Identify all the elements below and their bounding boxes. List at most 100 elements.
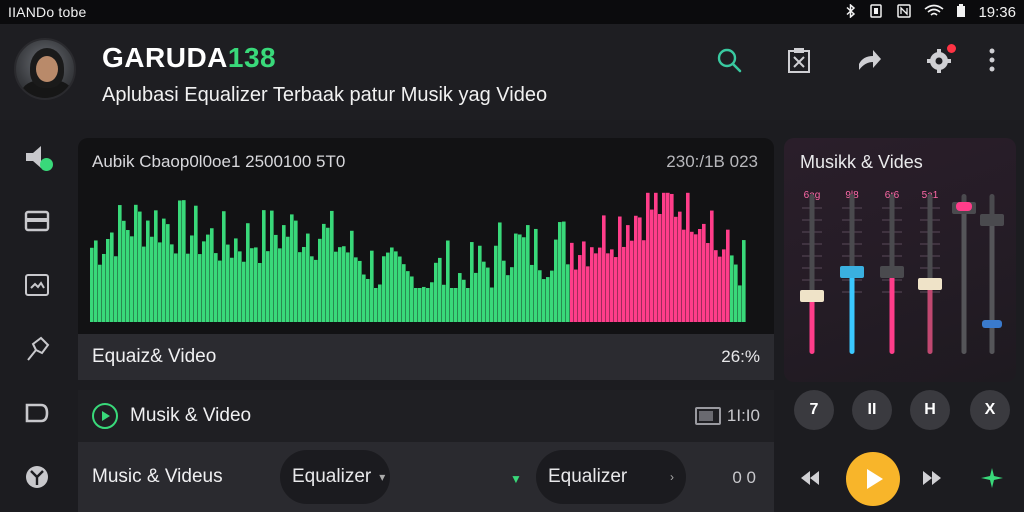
waveform-bar [678, 211, 682, 322]
waveform-bar [266, 251, 270, 322]
waveform-bar [306, 233, 310, 322]
waveform-bar [270, 210, 274, 322]
waveform-bar [242, 261, 246, 322]
waveform-bar [662, 192, 666, 322]
waveform-bar [534, 228, 538, 322]
shield-icon[interactable] [22, 462, 52, 492]
avatar[interactable] [14, 38, 76, 100]
waveform-bar [174, 253, 178, 322]
music-video-row[interactable]: Musik & Video 1I:I0 [78, 390, 774, 442]
chevron-down-icon: ▾ [379, 470, 386, 484]
playback-controls: 7 II H X [784, 384, 1016, 512]
play-button[interactable] [846, 452, 900, 506]
slider-knob[interactable] [880, 266, 904, 278]
waveform-bar [498, 222, 502, 322]
pin-icon[interactable] [22, 334, 52, 364]
waveform-bar [322, 223, 326, 322]
waveform-bar [450, 288, 454, 322]
equalizer-row[interactable]: Equaiz& Video 26:% [78, 334, 774, 380]
waveform-bar [566, 264, 570, 322]
previous-icon[interactable] [796, 466, 824, 490]
waveform-bar [210, 228, 214, 322]
music-videos-row-label: Music & Videus [92, 466, 223, 487]
waveform-bar [114, 256, 118, 322]
waveform-bar [374, 288, 378, 322]
waveform-bar [558, 222, 562, 322]
equalizer-star-icon[interactable] [978, 466, 1006, 490]
equalizer-dropdown-2[interactable]: Equalizer › [536, 450, 686, 504]
repeat-button[interactable]: 7 [794, 390, 834, 430]
visualizer-title: Aubik Cbaop0l0oe1 2500100 5T0 [92, 152, 346, 171]
mode-button[interactable]: H [910, 390, 950, 430]
waveform-bar [538, 270, 542, 322]
mixer-sliders[interactable]: 6ag9l86r65a1 [796, 184, 1008, 364]
mixer-panel: Musikk & Vides 6ag9l86r65a1 [784, 138, 1016, 382]
card-icon[interactable] [22, 206, 52, 236]
image-icon[interactable] [22, 270, 52, 300]
next-icon[interactable] [918, 466, 946, 490]
waveform-bar [346, 252, 350, 322]
waveform-bar [222, 211, 226, 322]
tag-icon[interactable] [22, 398, 52, 428]
waveform-bar [330, 210, 334, 322]
waveform-bar [698, 229, 702, 322]
waveform-bar [382, 256, 386, 322]
waveform-bar [530, 264, 534, 322]
slider-knob[interactable] [800, 290, 824, 302]
equalizer-row-label: Equaiz& Video [92, 346, 217, 367]
slider-knob[interactable] [918, 278, 942, 290]
waveform-bar [354, 257, 358, 322]
slider-knob[interactable] [840, 266, 864, 278]
more-icon[interactable] [974, 42, 1010, 78]
waveform-bar [302, 246, 306, 322]
waveform-bar [510, 267, 514, 322]
waveform-bar [362, 274, 366, 322]
equalizer-dropdown-1[interactable]: Equalizer ▾ [280, 450, 390, 504]
waveform-bar [258, 262, 262, 322]
app-subtitle: Aplubasi Equalizer Terbaak patur Musik y… [102, 84, 548, 106]
waveform-bar [722, 249, 726, 322]
waveform-bar [622, 246, 626, 322]
share-icon[interactable] [834, 42, 904, 78]
waveform-bar [246, 223, 250, 322]
play-circle-icon[interactable] [92, 403, 118, 429]
close-button[interactable]: X [970, 390, 1010, 430]
waveform-bar [594, 253, 598, 322]
waveform-bar [590, 247, 594, 322]
waveform-bar [218, 260, 222, 322]
active-indicator [40, 158, 53, 171]
settings-icon[interactable] [904, 42, 974, 78]
waveform-bar [422, 286, 426, 322]
app-brand: GARUDA138 [102, 42, 276, 74]
slider-knob[interactable] [980, 214, 1004, 226]
waveform-bar [650, 209, 654, 322]
pause-button[interactable]: II [852, 390, 892, 430]
waveform-bar [458, 273, 462, 322]
waveform-bar [294, 220, 298, 322]
waveform-bar [598, 247, 602, 322]
waveform-bar [378, 284, 382, 322]
waveform-bar [634, 215, 638, 322]
waveform-bar [610, 249, 614, 322]
waveform-bar [674, 216, 678, 322]
search-icon[interactable] [694, 42, 764, 78]
waveform-bar [342, 246, 346, 322]
equalizer-row-value: 26:% [721, 347, 760, 366]
waveform[interactable] [90, 186, 746, 322]
status-bar: IIANDo tobe 19:36 [0, 0, 1024, 24]
waveform-bar [386, 252, 390, 322]
waveform-bar [126, 230, 130, 322]
waveform-bar [426, 288, 430, 322]
waveform-bar [90, 247, 94, 322]
waveform-bar [438, 257, 442, 322]
clipboard-icon[interactable] [764, 42, 834, 78]
main-panel: Aubik Cbaop0l0oe1 2500100 5T0 230:/1B 02… [78, 138, 774, 512]
waveform-bar [514, 233, 518, 322]
chevron-down-icon[interactable]: ▼ [510, 472, 522, 486]
pause-button-label: II [867, 401, 877, 418]
waveform-bar [98, 264, 102, 322]
waveform-bar [338, 247, 342, 322]
waveform-bar [278, 248, 282, 322]
waveform-bar [686, 192, 690, 322]
waveform-bar [670, 193, 674, 322]
